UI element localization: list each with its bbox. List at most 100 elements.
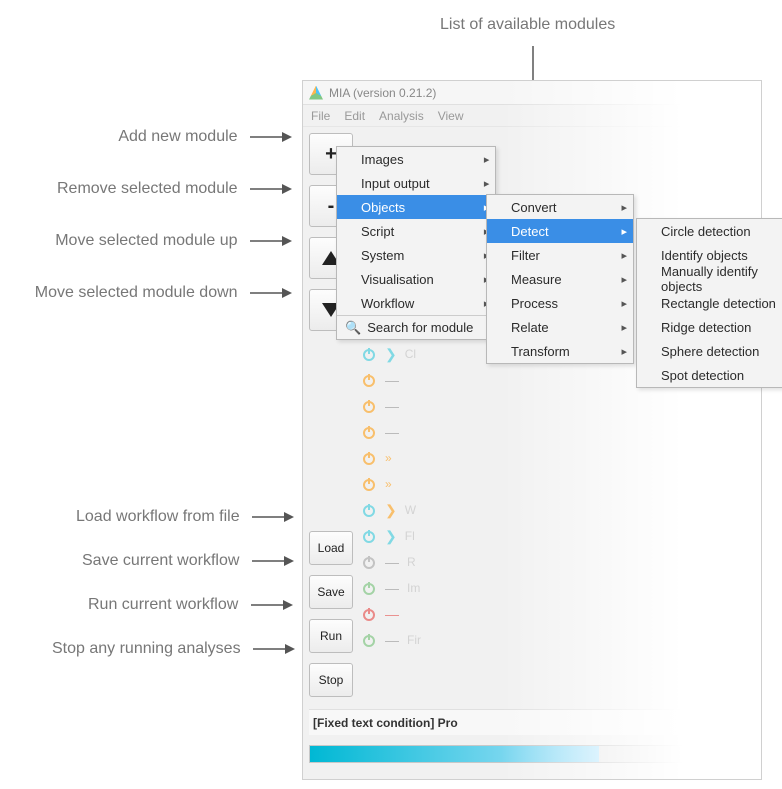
submenu-arrow-icon: ▸ [484,177,490,190]
power-icon[interactable] [361,606,377,622]
menu-item-filter[interactable]: Filter▸ [487,243,633,267]
menu-item-label: Relate [511,320,549,335]
power-icon[interactable] [361,502,377,518]
app-title: MIA (version 0.21.2) [329,86,436,100]
module-row[interactable]: — [361,601,481,627]
power-icon[interactable] [361,632,377,648]
menu-item-label: Circle detection [661,224,751,239]
annotation-run: Run current workflow [88,596,292,614]
menu-item-label: Images [361,152,404,167]
menu-item-images[interactable]: Images▸ [337,147,495,171]
menu-item-system[interactable]: System▸ [337,243,495,267]
module-label: Im [407,581,420,595]
arrow-right-icon [251,599,293,611]
menu-item-label: Visualisation [361,272,434,287]
annotation-load: Load workflow from file [76,508,292,526]
power-icon[interactable] [361,346,377,362]
fixed-text-row: [Fixed text condition] Pro [309,709,755,735]
menu-item-label: Search for module [367,320,473,335]
menu-item-manually-identify-objects[interactable]: Manually identify objects [637,267,782,291]
menu-item-measure[interactable]: Measure▸ [487,267,633,291]
arrow-right-icon [252,555,294,567]
module-row[interactable]: —R [361,549,481,575]
annotation-load-label: Load workflow from file [76,508,240,525]
submenu-arrow-icon: ▸ [621,345,627,358]
menu-item-transform[interactable]: Transform ▸ [487,339,633,363]
progress-bar [309,745,755,763]
menu-item-convert[interactable]: Convert ▸ [487,195,633,219]
menu-file[interactable]: File [311,109,330,123]
module-row[interactable]: ❯Cl [361,341,481,367]
module-row[interactable]: ❯W [361,497,481,523]
menu-item-objects[interactable]: Objects▸ [337,195,495,219]
menu-edit[interactable]: Edit [344,109,365,123]
power-icon[interactable] [361,528,377,544]
menu-item-detect[interactable]: Detect▸ [487,219,633,243]
power-icon[interactable] [361,372,377,388]
module-label: W [405,503,416,517]
annotation-up: Move selected module up [55,232,292,250]
menu-item-visualisation[interactable]: Visualisation▸ [337,267,495,291]
menu-item-spot-detection[interactable]: Spot detection [637,363,782,387]
menu-item-label: Workflow [361,296,414,311]
module-row[interactable]: — [361,393,481,419]
annotation-remove: Remove selected module [35,180,292,198]
menu-item-circle-detection[interactable]: Circle detection [637,219,782,243]
load-button[interactable]: Load [309,531,353,565]
module-label: R [407,555,416,569]
menu-item-label: System [361,248,404,263]
module-list: ❯Cl———»»❯W❯Fl—R—Im——Fir [361,341,481,653]
power-icon[interactable] [361,554,377,570]
app-logo-icon [309,86,323,100]
power-icon[interactable] [361,580,377,596]
power-icon[interactable] [361,424,377,440]
menu-item-script[interactable]: Script▸ [337,219,495,243]
module-row[interactable]: ❯Fl [361,523,481,549]
menu-analysis[interactable]: Analysis [379,109,424,123]
module-row[interactable]: — [361,419,481,445]
module-row[interactable]: — [361,367,481,393]
module-label: Cl [405,347,416,361]
fade-overlay [501,81,761,779]
menu-item-workflow[interactable]: Workflow▸ [337,291,495,315]
module-row[interactable]: —Im [361,575,481,601]
stop-button[interactable]: Stop [309,663,353,697]
menu-item-label: Measure [511,272,562,287]
annotation-down-label: Move selected module down [35,284,238,301]
power-icon[interactable] [361,398,377,414]
power-icon[interactable] [361,476,377,492]
menubar: File Edit Analysis View [303,105,761,127]
submenu-arrow-icon: ▸ [621,297,627,310]
module-label: Fir [407,633,421,647]
power-icon[interactable] [361,450,377,466]
module-row[interactable]: —Fir [361,627,481,653]
menu-item-label: Transform [511,344,570,359]
module-row[interactable]: » [361,445,481,471]
annotation-stop: Stop any running analyses [52,640,292,658]
menu-item-relate[interactable]: Relate▸ [487,315,633,339]
menu-view[interactable]: View [438,109,464,123]
menu-item-rectangle-detection[interactable]: Rectangle detection [637,291,782,315]
menu-item-search[interactable]: 🔍 Search for module [337,315,495,339]
menu-item-label: Objects [361,200,405,215]
submenu-arrow-icon: ▸ [621,201,627,214]
menu-item-label: Manually identify objects [661,264,782,294]
arrow-right-icon [250,183,292,195]
fixed-text-label: [Fixed text condition] Pro [313,716,458,730]
menu-item-process[interactable]: Process▸ [487,291,633,315]
submenu-arrow-icon: ▸ [621,249,627,262]
menu-item-sphere-detection[interactable]: Sphere detection [637,339,782,363]
menu-item-label: Convert [511,200,557,215]
annotation-remove-label: Remove selected module [57,180,238,197]
titlebar: MIA (version 0.21.2) [303,81,761,105]
run-button[interactable]: Run [309,619,353,653]
menu-item-label: Input output [361,176,430,191]
annotation-run-label: Run current workflow [88,596,238,613]
arrow-right-icon [250,287,292,299]
module-row[interactable]: » [361,471,481,497]
save-button[interactable]: Save [309,575,353,609]
submenu-arrow-icon: ▸ [621,225,627,238]
menu-item-input-output[interactable]: Input output ▸ [337,171,495,195]
menu-item-ridge-detection[interactable]: Ridge detection [637,315,782,339]
search-icon: 🔍 [345,320,361,336]
